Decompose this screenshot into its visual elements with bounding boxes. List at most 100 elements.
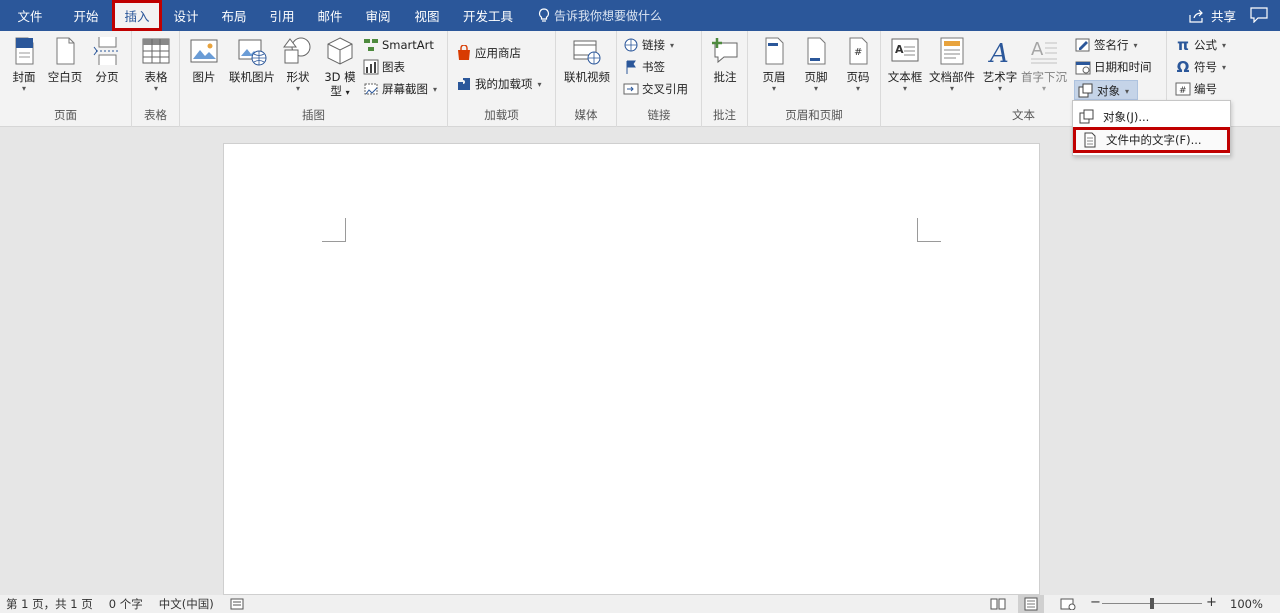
drop-cap-button[interactable]: A 首字下沉 ▾ xyxy=(1021,35,1067,94)
tab-design[interactable]: 设计 xyxy=(162,0,210,31)
number-button[interactable]: # 编号 xyxy=(1175,79,1217,99)
header-button[interactable]: 页眉 ▾ xyxy=(752,35,796,94)
menu-item-text-from-file[interactable]: 文件中的文字(F)... xyxy=(1073,127,1230,153)
page-count[interactable]: 第 1 页，共 1 页 xyxy=(6,596,93,612)
table-button[interactable]: 表格 ▾ xyxy=(134,35,178,94)
link-icon xyxy=(624,38,638,52)
group-label-addins: 加载项 xyxy=(484,108,519,122)
online-picture-label: 联机图片 xyxy=(229,70,275,84)
object-dropdown-menu: 对象(J)... 文件中的文字(F)... xyxy=(1072,100,1231,156)
page-number-label: 页码 xyxy=(846,70,870,84)
picture-icon xyxy=(190,39,218,63)
svg-text:A: A xyxy=(988,39,1009,67)
omega-icon: Ω xyxy=(1176,58,1190,76)
symbol-button[interactable]: Ω 符号 ▾ xyxy=(1175,57,1226,77)
online-picture-button[interactable]: 联机图片 xyxy=(228,35,276,84)
textbox-button[interactable]: A 文本框 ▾ xyxy=(883,35,927,94)
web-layout-icon[interactable] xyxy=(1060,598,1076,610)
equation-label: 公式 xyxy=(1194,38,1217,52)
read-mode-icon[interactable] xyxy=(990,598,1006,610)
page-number-icon: # xyxy=(849,37,868,65)
comment-icon[interactable] xyxy=(1250,7,1268,23)
screenshot-button[interactable]: 屏幕截图 ▾ xyxy=(363,79,437,99)
zoom-slider-thumb[interactable] xyxy=(1150,598,1154,609)
chevron-down-icon: ▾ xyxy=(1133,40,1138,50)
shapes-icon xyxy=(283,37,311,64)
document-icon xyxy=(1084,132,1096,148)
my-addins-button[interactable]: 我的加载项 ▾ xyxy=(456,74,542,94)
tab-home[interactable]: 开始 xyxy=(60,0,112,31)
cross-reference-button[interactable]: 交叉引用 xyxy=(623,79,688,99)
object-icon xyxy=(1079,109,1094,124)
tab-review[interactable]: 审阅 xyxy=(354,0,402,31)
bookmark-button[interactable]: 书签 xyxy=(623,57,665,77)
chart-button[interactable]: 图表 xyxy=(363,57,405,77)
chevron-down-icon: ▾ xyxy=(21,84,26,93)
status-bar: 第 1 页，共 1 页 0 个字 中文(中国) − + 100% xyxy=(0,595,1280,613)
tab-references[interactable]: 引用 xyxy=(258,0,306,31)
store-button[interactable]: 应用商店 xyxy=(456,43,521,63)
footer-label: 页脚 xyxy=(804,70,828,84)
tab-insert[interactable]: 插入 xyxy=(112,0,162,31)
page-break-icon xyxy=(93,37,119,65)
date-time-button[interactable]: 日期和时间 xyxy=(1075,57,1152,77)
group-tables: 表格 ▾ 表格 xyxy=(132,31,180,127)
object-button[interactable]: 对象 ▾ xyxy=(1074,80,1138,100)
share-button[interactable]: 共享 xyxy=(1189,0,1236,31)
menu-item-text-from-file-label: 文件中的文字(F)... xyxy=(1106,133,1202,147)
chevron-down-icon: ▾ xyxy=(949,84,954,93)
3d-model-button[interactable]: 3D 模型 ▾ xyxy=(318,35,362,100)
chevron-down-icon: ▾ xyxy=(537,79,542,89)
shapes-button[interactable]: 形状 ▾ xyxy=(276,35,320,94)
wordart-label: 艺术字 xyxy=(982,70,1018,84)
tab-developer[interactable]: 开发工具 xyxy=(452,0,524,31)
group-addins: 应用商店 我的加载项 ▾ 加载项 xyxy=(448,31,556,127)
online-video-label: 联机视频 xyxy=(564,70,610,84)
tab-layout[interactable]: 布局 xyxy=(210,0,258,31)
smartart-label: SmartArt xyxy=(382,38,434,52)
quick-parts-button[interactable]: 文档部件 ▾ xyxy=(929,35,975,94)
my-addins-label: 我的加载项 xyxy=(475,77,533,91)
signature-line-button[interactable]: 签名行 ▾ xyxy=(1075,35,1138,55)
tab-view[interactable]: 视图 xyxy=(402,0,452,31)
group-links: 链接 ▾ 书签 交叉引用 链接 xyxy=(617,31,702,127)
blank-page-label: 空白页 xyxy=(47,70,83,84)
group-comments: 批注 批注 xyxy=(702,31,748,127)
chart-icon xyxy=(363,59,379,75)
group-label-illustrations: 插图 xyxy=(302,108,325,122)
footer-icon xyxy=(807,37,826,65)
word-count[interactable]: 0 个字 xyxy=(109,596,143,612)
zoom-out-button[interactable]: − xyxy=(1090,595,1101,610)
macro-icon[interactable] xyxy=(230,598,244,610)
margin-corner-mark xyxy=(322,218,346,242)
drop-cap-label: 首字下沉 xyxy=(1021,70,1067,84)
document-page[interactable] xyxy=(223,143,1040,595)
page-number-button[interactable]: # 页码 ▾ xyxy=(836,35,880,94)
zoom-in-button[interactable]: + xyxy=(1206,595,1217,610)
3d-model-label-line1: 3D 模 xyxy=(324,70,356,84)
page-break-button[interactable]: 分页 xyxy=(85,35,129,84)
language-indicator[interactable]: 中文(中国) xyxy=(159,596,214,612)
date-time-label: 日期和时间 xyxy=(1094,60,1152,74)
wordart-button[interactable]: A 艺术字 ▾ xyxy=(978,35,1022,94)
3d-model-label: 3D 模型 ▾ xyxy=(324,70,356,98)
picture-button[interactable]: 图片 xyxy=(182,35,226,84)
tell-me-search[interactable]: 告诉我你想要做什么 xyxy=(538,7,662,24)
menu-item-object-label: 对象(J)... xyxy=(1103,110,1150,124)
comment-button[interactable]: 批注 xyxy=(703,35,747,84)
cover-page-button[interactable]: 封面 ▾ xyxy=(2,35,46,94)
lightbulb-icon xyxy=(538,8,550,22)
tab-file[interactable]: 文件 xyxy=(0,0,60,31)
3d-model-label-line2: 型 xyxy=(330,84,342,98)
footer-button[interactable]: 页脚 ▾ xyxy=(794,35,838,94)
zoom-level[interactable]: 100% xyxy=(1230,597,1263,611)
store-icon xyxy=(458,45,470,60)
equation-button[interactable]: π 公式 ▾ xyxy=(1175,35,1226,55)
link-button[interactable]: 链接 ▾ xyxy=(623,35,674,55)
print-layout-icon[interactable] xyxy=(1018,595,1044,613)
smartart-button[interactable]: SmartArt xyxy=(363,35,434,55)
online-video-button[interactable]: 联机视频 xyxy=(564,35,610,84)
cover-page-label: 封面 xyxy=(12,70,36,84)
blank-page-button[interactable]: 空白页 xyxy=(43,35,87,84)
tab-mailings[interactable]: 邮件 xyxy=(306,0,354,31)
